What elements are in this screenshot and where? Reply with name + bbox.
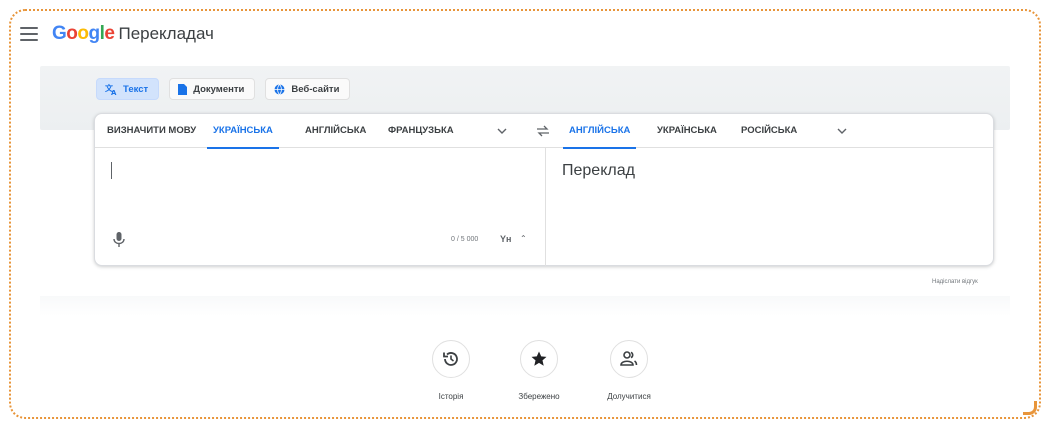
input-tools-chevron-icon[interactable]: ⌃ — [520, 234, 527, 243]
saved-label: Збережено — [518, 392, 560, 401]
history-button[interactable]: Історія — [416, 340, 486, 401]
microphone-icon[interactable] — [113, 232, 125, 248]
contribute-button[interactable]: Долучитися — [594, 340, 664, 401]
source-lang-detect[interactable]: ВИЗНАЧИТИ МОВУ — [107, 114, 196, 148]
mode-tabs: 文A Текст Документи Веб-сайти — [96, 78, 351, 100]
saved-button[interactable]: Збережено — [504, 340, 574, 401]
main-menu-icon[interactable] — [20, 27, 38, 41]
logo-letter: e — [104, 23, 115, 44]
translation-placeholder: Переклад — [562, 162, 635, 179]
translation-card: ВИЗНАЧИТИ МОВУ УКРАЇНСЬКА АНГЛІЙСЬКА ФРА… — [94, 113, 994, 266]
product-name: Перекладач — [118, 24, 214, 43]
target-lang-ukrainian[interactable]: УКРАЇНСЬКА — [657, 114, 717, 148]
logo-letter: o — [77, 23, 89, 44]
history-label: Історія — [438, 392, 464, 401]
logo-letter: g — [88, 23, 101, 44]
mode-documents-label: Документи — [193, 83, 245, 95]
background-fade — [40, 296, 1010, 316]
target-lang-english[interactable]: АНГЛІЙСЬКА — [562, 114, 637, 149]
target-text-area: Переклад — [546, 148, 994, 266]
svg-text:A: A — [111, 89, 117, 95]
translate-icon: 文A — [105, 83, 117, 95]
mode-text-label: Текст — [123, 83, 149, 95]
history-icon — [432, 340, 470, 378]
keyboard-input-tools-button[interactable]: Yн — [500, 234, 511, 244]
source-lang-chevron-down-icon[interactable] — [497, 126, 507, 136]
top-bar: G o o g l e Перекладач — [20, 20, 214, 48]
source-text-area[interactable]: 0 / 5 000 Yн ⌃ — [95, 148, 545, 266]
google-logo[interactable]: G o o g l e — [52, 23, 115, 45]
swap-languages-icon[interactable] — [536, 124, 550, 138]
document-icon — [178, 83, 188, 95]
source-lang-ukrainian[interactable]: УКРАЇНСЬКА — [207, 114, 279, 149]
language-bar: ВИЗНАЧИТИ МОВУ УКРАЇНСЬКА АНГЛІЙСЬКА ФРА… — [95, 114, 993, 149]
mode-websites-label: Веб-сайти — [291, 83, 340, 95]
target-lang-chevron-down-icon[interactable] — [837, 126, 847, 136]
send-feedback-link[interactable]: Надіслати відгук — [932, 279, 978, 285]
frame-corner-decoration — [1023, 401, 1037, 415]
globe-icon — [274, 83, 285, 95]
target-lang-russian[interactable]: РОСІЙСЬКА — [741, 114, 797, 148]
text-caret — [111, 162, 112, 179]
logo-letter: o — [66, 23, 78, 44]
star-icon — [520, 340, 558, 378]
community-icon — [610, 340, 648, 378]
source-lang-french[interactable]: ФРАНЦУЗЬКА — [388, 114, 454, 148]
character-counter: 0 / 5 000 — [451, 236, 479, 243]
mode-documents-button[interactable]: Документи — [169, 78, 256, 100]
source-lang-english[interactable]: АНГЛІЙСЬКА — [305, 114, 366, 148]
mode-text-button[interactable]: 文A Текст — [96, 78, 160, 100]
mode-websites-button[interactable]: Веб-сайти — [265, 78, 351, 100]
logo-letter: G — [52, 23, 67, 44]
contribute-label: Долучитися — [607, 392, 651, 401]
